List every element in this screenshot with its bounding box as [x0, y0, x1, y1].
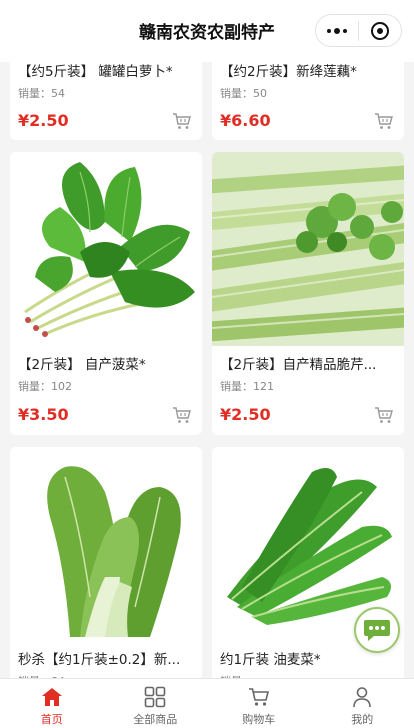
- product-name: 秒杀【约1斤装±0.2】新...: [18, 652, 181, 668]
- product-image-spinach[interactable]: [10, 152, 202, 346]
- product-price: ¥2.50: [220, 405, 271, 424]
- nav-header: 赣南农资农副特产: [0, 0, 414, 62]
- product-image-bok-choy[interactable]: [10, 447, 202, 641]
- product-sales: 销量：54: [18, 87, 65, 100]
- product-grid: 【约5斤装】 罐罐白萝卜* 销量：54 ¥2.50 【约2斤装】新绛莲藕* 销量…: [0, 0, 414, 684]
- bottom-tab-bar: 首页 全部商品 购物车 我的: [0, 678, 414, 728]
- product-card-spinach[interactable]: 【2斤装】 自产菠菜* 销量：102 ¥3.50: [10, 152, 202, 435]
- customer-service-button[interactable]: [354, 607, 400, 653]
- product-price: ¥3.50: [18, 405, 69, 424]
- product-card-celery[interactable]: 【2斤装】自产精品脆芹... 销量：121 ¥2.50: [212, 152, 404, 435]
- more-menu-button[interactable]: [316, 15, 358, 46]
- close-mini-program-button[interactable]: [359, 15, 401, 46]
- home-icon: [40, 685, 64, 709]
- chat-bubble-icon: [364, 620, 390, 641]
- product-sales: 销量：102: [18, 380, 72, 393]
- tab-profile[interactable]: 我的: [311, 679, 414, 728]
- product-card-bok-choy[interactable]: 秒杀【约1斤装±0.2】新... 销量：84: [10, 447, 202, 684]
- tab-label: 购物车: [242, 713, 276, 726]
- cart-icon: [247, 685, 271, 709]
- tab-home[interactable]: 首页: [0, 679, 104, 728]
- product-sales: 销量：121: [220, 380, 274, 393]
- product-name: 【2斤装】 自产菠菜*: [18, 357, 146, 373]
- product-price: ¥6.60: [220, 111, 271, 130]
- user-icon: [350, 685, 374, 709]
- product-name: 【约2斤装】新绛莲藕*: [220, 64, 357, 80]
- product-name: 【2斤装】自产精品脆芹...: [220, 357, 377, 373]
- product-image-celery[interactable]: [212, 152, 404, 346]
- product-sales: 销量：50: [220, 87, 267, 100]
- product-price: ¥2.50: [18, 111, 69, 130]
- tab-label: 全部商品: [133, 713, 178, 726]
- add-to-cart-icon[interactable]: [374, 406, 394, 424]
- add-to-cart-icon[interactable]: [172, 112, 192, 130]
- add-to-cart-icon[interactable]: [374, 112, 394, 130]
- more-dots-icon: [327, 27, 347, 34]
- mini-program-capsule: [315, 14, 402, 47]
- grid-icon: [143, 685, 167, 709]
- add-to-cart-icon[interactable]: [172, 406, 192, 424]
- target-circle-icon: [371, 21, 389, 40]
- tab-label: 我的: [351, 713, 374, 726]
- tab-all-products[interactable]: 全部商品: [104, 679, 208, 728]
- tab-cart[interactable]: 购物车: [207, 679, 311, 728]
- tab-label: 首页: [40, 713, 63, 726]
- product-name: 【约5斤装】 罐罐白萝卜*: [18, 64, 173, 80]
